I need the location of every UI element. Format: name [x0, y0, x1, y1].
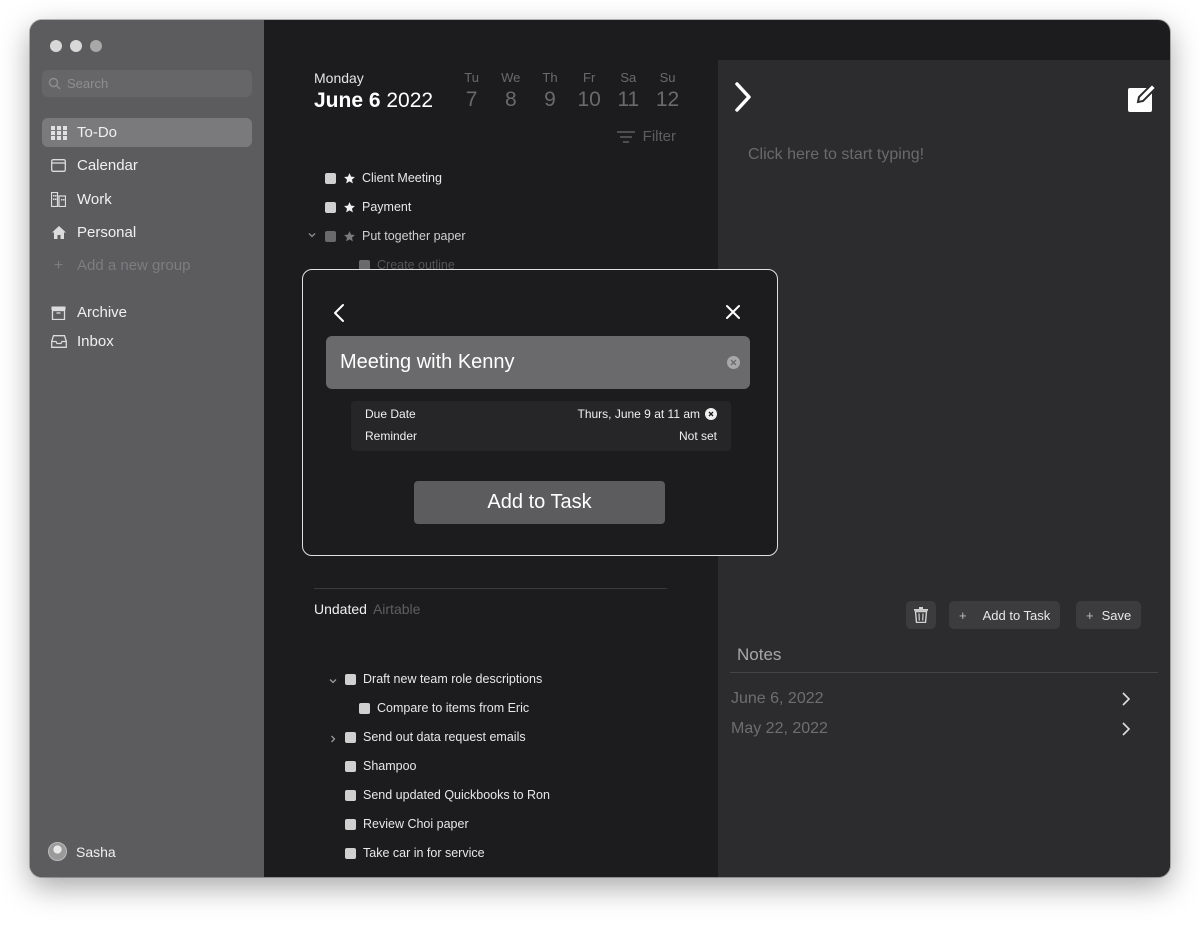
task-checkbox[interactable]	[359, 702, 370, 714]
search-box[interactable]	[42, 70, 252, 97]
close-window-button[interactable]	[50, 40, 62, 52]
note-item[interactable]: May 22, 2022	[731, 720, 1131, 738]
window-controls	[50, 40, 102, 52]
sidebar-item-calendar[interactable]: Calendar	[42, 151, 252, 180]
building-icon	[50, 191, 67, 208]
task-details: Due Date Thurs, June 9 at 11 am Reminder…	[351, 401, 731, 451]
sidebar-item-label: Work	[77, 191, 112, 208]
back-button[interactable]	[331, 302, 347, 329]
add-group-button[interactable]: + Add a new group	[42, 251, 252, 280]
task-checkbox[interactable]	[345, 847, 356, 859]
chevron-right-icon[interactable]	[328, 731, 338, 749]
sidebar-item-label: Calendar	[77, 157, 138, 174]
sidebar-item-todo[interactable]: To-Do	[42, 118, 252, 147]
clear-input-button[interactable]	[727, 356, 740, 369]
plus-icon: +	[1086, 607, 1094, 623]
task-name-input[interactable]	[340, 351, 710, 374]
chevron-right-icon[interactable]	[732, 80, 754, 119]
task-item[interactable]: Client Meeting	[325, 171, 442, 185]
task-checkbox[interactable]	[325, 230, 336, 242]
due-date-row[interactable]: Due Date Thurs, June 9 at 11 am	[365, 407, 717, 421]
save-button[interactable]: + Save	[1076, 601, 1142, 629]
notes-title: Notes	[737, 645, 782, 664]
chevron-right-icon	[1122, 692, 1131, 706]
task-checkbox[interactable]	[345, 760, 356, 772]
zoom-window-button[interactable]	[90, 40, 102, 52]
task-item[interactable]: Payment	[325, 200, 411, 214]
subtask-item[interactable]: Compare to items from Eric	[359, 701, 529, 715]
star-icon[interactable]	[343, 201, 356, 214]
close-icon[interactable]	[725, 304, 741, 325]
search-input[interactable]	[67, 76, 237, 91]
user-profile[interactable]: Sasha	[48, 842, 116, 861]
task-checkbox[interactable]	[345, 673, 356, 685]
current-date: June 6 2022	[314, 89, 434, 112]
sidebar-item-work[interactable]: Work	[42, 185, 252, 214]
sidebar: To-Do Calendar Work Personal + Add a new…	[30, 20, 264, 877]
task-item[interactable]: Take car in for service	[345, 846, 485, 860]
star-icon[interactable]	[343, 172, 356, 185]
week-day[interactable]: Tu 7	[452, 70, 491, 112]
editor-pane: Click here to start typing! + Add to Task…	[718, 60, 1170, 877]
star-icon[interactable]	[343, 230, 356, 243]
house-icon	[50, 224, 67, 241]
chevron-down-icon[interactable]	[328, 673, 338, 691]
sidebar-item-inbox[interactable]: Inbox	[42, 327, 252, 356]
task-item[interactable]: Draft new team role descriptions	[345, 672, 542, 686]
user-name: Sasha	[76, 843, 116, 860]
week-day[interactable]: Fr 10	[570, 70, 609, 112]
task-name-field[interactable]	[326, 336, 750, 389]
divider	[314, 588, 667, 589]
avatar	[48, 842, 67, 861]
sidebar-item-label: Personal	[77, 224, 137, 241]
task-item[interactable]: Shampoo	[345, 759, 417, 773]
week-day[interactable]: Th 9	[530, 70, 569, 112]
delete-button[interactable]	[906, 601, 936, 629]
inbox-icon	[50, 333, 67, 350]
task-checkbox[interactable]	[325, 172, 336, 184]
sidebar-item-personal[interactable]: Personal	[42, 218, 252, 247]
reminder-row[interactable]: Reminder Not set	[365, 429, 717, 443]
sidebar-item-label: Inbox	[77, 333, 114, 350]
add-to-task-submit-button[interactable]: Add to Task	[414, 481, 665, 524]
plus-icon: +	[959, 607, 967, 623]
search-icon	[48, 77, 61, 90]
calendar-icon	[50, 157, 67, 174]
compose-icon[interactable]	[1126, 82, 1158, 119]
task-item[interactable]: Review Choi paper	[345, 817, 469, 831]
sidebar-item-label: Archive	[77, 304, 128, 321]
task-item[interactable]: Send updated Quickbooks to Ron	[345, 788, 550, 802]
chevron-right-icon	[1122, 722, 1131, 736]
task-item[interactable]: Send out data request emails	[345, 730, 526, 744]
week-day[interactable]: Su 12	[648, 70, 687, 112]
add-to-task-button[interactable]: + Add to Task	[949, 601, 1061, 629]
task-checkbox[interactable]	[345, 789, 356, 801]
clear-due-date-icon[interactable]	[705, 408, 717, 420]
minimize-window-button[interactable]	[70, 40, 82, 52]
week-day[interactable]: We 8	[491, 70, 530, 112]
note-item[interactable]: June 6, 2022	[731, 690, 1131, 708]
plus-icon: +	[53, 256, 64, 274]
chevron-down-icon[interactable]	[307, 227, 317, 245]
trash-icon	[914, 607, 928, 623]
task-item[interactable]: Put together paper	[325, 229, 466, 243]
undated-header: Undated Airtable	[314, 601, 421, 617]
divider	[730, 672, 1158, 673]
filter-icon	[616, 130, 635, 143]
sidebar-item-label: To-Do	[77, 124, 118, 141]
week-day[interactable]: Sa 11	[609, 70, 648, 112]
filter-button[interactable]: Filter	[616, 128, 676, 145]
task-checkbox[interactable]	[325, 201, 336, 213]
task-checkbox[interactable]	[345, 731, 356, 743]
add-task-dialog: Due Date Thurs, June 9 at 11 am Reminder…	[302, 269, 778, 556]
grid-icon	[50, 124, 67, 141]
sidebar-item-label: Add a new group	[77, 257, 191, 274]
archive-icon	[50, 304, 67, 321]
day-name: Monday	[314, 70, 364, 86]
week-strip: Tu 7 We 8 Th 9 Fr 10 Sa 11 Su 12	[452, 70, 687, 112]
sidebar-item-archive[interactable]: Archive	[42, 298, 252, 327]
editor-placeholder[interactable]: Click here to start typing!	[748, 146, 924, 164]
task-checkbox[interactable]	[345, 818, 356, 830]
